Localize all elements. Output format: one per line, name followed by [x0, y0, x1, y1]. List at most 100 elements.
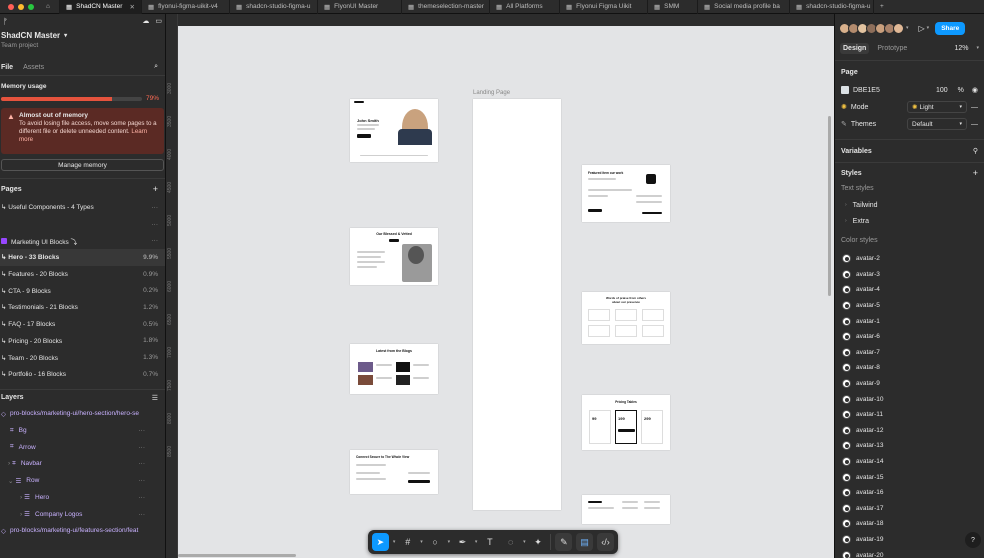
page-item[interactable]: ↳ Useful Components - 4 Types ···	[0, 199, 165, 216]
maximize-window-button[interactable]	[28, 3, 34, 10]
share-button[interactable]: Share	[935, 21, 966, 35]
layer-row[interactable]: ◇ pro-blocks/marketing-ui/hero-section/he…	[0, 406, 165, 423]
color-style-item[interactable]: avatar-3	[835, 267, 984, 283]
background-opacity[interactable]: 100	[936, 87, 948, 94]
more-icon[interactable]: ···	[139, 427, 146, 434]
new-tab-button[interactable]: +	[874, 0, 894, 14]
color-style-item[interactable]: avatar-8	[835, 360, 984, 376]
more-icon[interactable]: ···	[152, 221, 165, 228]
zoom-level[interactable]: 12%	[954, 45, 968, 52]
design-mode-button[interactable]: ▤	[576, 533, 594, 551]
layer-row[interactable]: ⌄ ☰ Row ···	[0, 472, 165, 489]
play-icon[interactable]: ▷	[919, 24, 925, 33]
page-item[interactable]: ↳ FAQ - 17 Blocks 0.5%	[0, 316, 165, 333]
tab-shadcn-master[interactable]: ▦ ShadCN Master ✕	[60, 0, 142, 14]
page-item[interactable]: ↳ Pricing - 20 Blocks 1.8%	[0, 333, 165, 350]
color-style-item[interactable]: avatar-14	[835, 454, 984, 470]
dev-mode-button[interactable]: ‹/›	[597, 533, 614, 551]
more-icon[interactable]: ···	[139, 477, 146, 484]
text-style-group[interactable]: › Tailwind	[835, 197, 984, 213]
color-style-item[interactable]: avatar-15	[835, 469, 984, 485]
color-style-item[interactable]: avatar-7	[835, 345, 984, 361]
tab-design[interactable]: Design	[840, 42, 870, 54]
page-item[interactable]: Marketing UI Blocks ⤵︎ ···	[0, 232, 165, 249]
variables-icon[interactable]: ⚲	[973, 147, 978, 155]
tab-file[interactable]: File	[1, 64, 13, 71]
tab[interactable]: ▦ themeselection-master	[402, 0, 490, 14]
minus-icon[interactable]: —	[971, 121, 978, 128]
color-style-item[interactable]: avatar-19	[835, 532, 984, 548]
background-hex[interactable]: DBE1E5	[853, 87, 880, 94]
tab[interactable]: ▦ flyonui-figma-uikit-v4	[142, 0, 230, 14]
chevron-down-icon[interactable]: ▾	[976, 45, 979, 51]
layers-list-icon[interactable]: ☰	[152, 394, 158, 402]
color-style-item[interactable]: avatar-4	[835, 282, 984, 298]
page-item[interactable]: ↳ Features - 20 Blocks 0.9%	[0, 266, 165, 283]
color-style-item[interactable]: avatar-6	[835, 329, 984, 345]
sidebar-toggle-icon[interactable]: ▭	[155, 17, 162, 25]
hero-block-thumbnail[interactable]: John Smith	[350, 99, 438, 162]
color-style-item[interactable]: avatar-2	[835, 251, 984, 267]
collaborator-avatars[interactable]	[839, 22, 904, 34]
chevron-down-icon[interactable]: ▾	[393, 539, 396, 545]
more-icon[interactable]: ···	[139, 511, 146, 518]
page-divider[interactable]: ···	[0, 216, 165, 233]
tab[interactable]: ▦ FlyonUI Master	[318, 0, 402, 14]
layer-row[interactable]: › ⌗ Navbar ···	[0, 456, 165, 473]
eye-icon[interactable]: ◉	[972, 86, 978, 94]
chevron-down-icon[interactable]: ▾	[927, 25, 930, 31]
more-icon[interactable]: ···	[139, 494, 146, 501]
team-block-thumbnail[interactable]	[582, 495, 670, 524]
color-style-item[interactable]: avatar-10	[835, 391, 984, 407]
page-item[interactable]: ↳ Team - 20 Blocks 1.3%	[0, 349, 165, 366]
color-style-item[interactable]: avatar-17	[835, 501, 984, 517]
close-tab-icon[interactable]: ✕	[130, 3, 135, 11]
comment-tool-button[interactable]: ◌	[502, 533, 519, 551]
layer-row[interactable]: › ☰ Company Logos ···	[0, 506, 165, 523]
draw-mode-button[interactable]: ✎	[555, 533, 573, 551]
color-style-item[interactable]: avatar-9	[835, 376, 984, 392]
add-style-icon[interactable]: +	[973, 168, 978, 178]
avatar[interactable]	[893, 22, 904, 34]
figma-menu-icon[interactable]: ᚠ	[3, 17, 8, 26]
cta-block-thumbnail[interactable]: Connect Secure to The Whole View	[350, 450, 438, 494]
add-page-icon[interactable]: +	[153, 184, 158, 194]
actions-tool-button[interactable]: ✦	[530, 533, 547, 551]
minus-icon[interactable]: —	[971, 104, 978, 111]
layer-row[interactable]: › ☰ Hero ···	[0, 489, 165, 506]
search-icon[interactable]: ⌕	[154, 63, 164, 71]
themes-select[interactable]: Default ▾	[907, 118, 967, 130]
chevron-down-icon[interactable]: ⌄	[8, 477, 13, 485]
layer-row[interactable]: ⌗ Bg ···	[0, 422, 165, 439]
tab[interactable]: ▦ Social media profile ba	[698, 0, 790, 14]
minimize-window-button[interactable]	[18, 3, 24, 10]
color-style-item[interactable]: avatar-1	[835, 313, 984, 329]
page-item[interactable]: ↳ CTA - 9 Blocks 0.2%	[0, 282, 165, 299]
more-icon[interactable]: ···	[139, 460, 146, 467]
variables-row[interactable]: Variables ⚲	[835, 140, 984, 162]
testimonials-block-thumbnail[interactable]: Words of praise from others about our pr…	[582, 292, 670, 344]
vertical-scrollbar[interactable]	[828, 116, 831, 296]
chevron-down-icon[interactable]: ▾	[906, 25, 909, 31]
landing-page-frame[interactable]	[473, 99, 561, 510]
pricing-block-thumbnail[interactable]: Pricing Tables 99 199 299	[582, 395, 670, 450]
text-tool-button[interactable]: T	[481, 533, 498, 551]
tab[interactable]: ▦ shadcn-studio-figma-u	[230, 0, 318, 14]
chevron-right-icon[interactable]: ›	[20, 494, 22, 501]
features-block-thumbnail[interactable]: Our Blessed & Vetted	[350, 228, 438, 285]
frame-tool-button[interactable]: #	[399, 533, 416, 551]
tab-assets[interactable]: Assets	[23, 64, 44, 71]
color-style-item[interactable]: avatar-12	[835, 423, 984, 439]
home-tab[interactable]: ⌂	[42, 0, 60, 14]
chevron-down-icon[interactable]: ▾	[523, 539, 526, 545]
color-style-item[interactable]: avatar-5	[835, 298, 984, 314]
mode-select[interactable]: ✺ Light ▾	[907, 101, 967, 113]
color-style-item[interactable]: avatar-11	[835, 407, 984, 423]
file-name[interactable]: ShadCN Master	[1, 31, 60, 40]
horizontal-scrollbar[interactable]	[178, 554, 296, 557]
tab[interactable]: ▦ Flyonui Figma Uikit	[560, 0, 648, 14]
page-item-selected[interactable]: ↳ Hero - 33 Blocks 9.9%	[0, 249, 165, 266]
chevron-down-icon[interactable]: ▾	[475, 539, 478, 545]
layer-row[interactable]: ⌗ Arrow ···	[0, 439, 165, 456]
layer-row[interactable]: ◇ pro-blocks/marketing-ui/features-sectio…	[0, 522, 165, 539]
